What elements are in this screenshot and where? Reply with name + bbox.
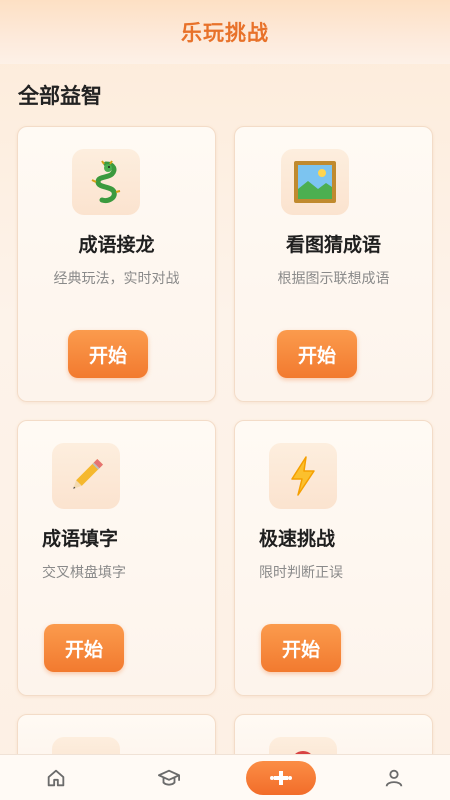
lightning-icon bbox=[269, 443, 337, 509]
nav-learn[interactable] bbox=[134, 760, 204, 796]
start-button[interactable]: 开始 bbox=[68, 330, 148, 378]
game-card-fill-word[interactable]: 成语填字 交叉棋盘填字 开始 bbox=[17, 420, 216, 696]
start-button[interactable]: 开始 bbox=[277, 330, 357, 378]
nav-games[interactable] bbox=[246, 760, 317, 795]
game-card-idiom-chain[interactable]: 成语接龙 经典玩法，实时对战 开始 bbox=[17, 126, 216, 402]
pencil-icon bbox=[52, 443, 120, 509]
game-title: 成语填字 bbox=[42, 528, 119, 550]
framed-picture-icon bbox=[281, 149, 349, 215]
game-title: 成语接龙 bbox=[78, 234, 155, 256]
game-title: 看图猜成语 bbox=[285, 234, 381, 256]
game-title: 极速挑战 bbox=[259, 528, 336, 550]
nav-profile[interactable] bbox=[359, 760, 429, 796]
section-title: 全部益智 bbox=[18, 84, 102, 108]
start-button[interactable]: 开始 bbox=[44, 624, 124, 672]
game-card-speed-challenge[interactable]: 极速挑战 限时判断正误 开始 bbox=[234, 420, 433, 696]
gamepad-icon bbox=[270, 770, 293, 785]
page-title: 乐玩挑战 bbox=[181, 21, 269, 45]
game-description: 交叉棋盘填字 bbox=[42, 565, 126, 581]
home-icon bbox=[48, 769, 65, 786]
profile-icon bbox=[385, 769, 402, 787]
game-description: 限时判断正误 bbox=[259, 565, 343, 581]
game-description: 根据图示联想成语 bbox=[277, 271, 390, 287]
graduation-cap-icon bbox=[157, 769, 180, 786]
bottom-nav bbox=[0, 754, 450, 800]
game-card-guess-picture[interactable]: 看图猜成语 根据图示联想成语 开始 bbox=[234, 126, 433, 402]
dragon-icon bbox=[72, 149, 140, 215]
game-description: 经典玩法，实时对战 bbox=[53, 271, 180, 287]
start-button[interactable]: 开始 bbox=[261, 624, 341, 672]
games-grid: 成语接龙 经典玩法，实时对战 开始 看图猜成语 根据图示联想成语 开始 成语填字… bbox=[17, 126, 433, 774]
app-header: 乐玩挑战 bbox=[0, 0, 450, 64]
nav-home[interactable] bbox=[21, 760, 91, 796]
